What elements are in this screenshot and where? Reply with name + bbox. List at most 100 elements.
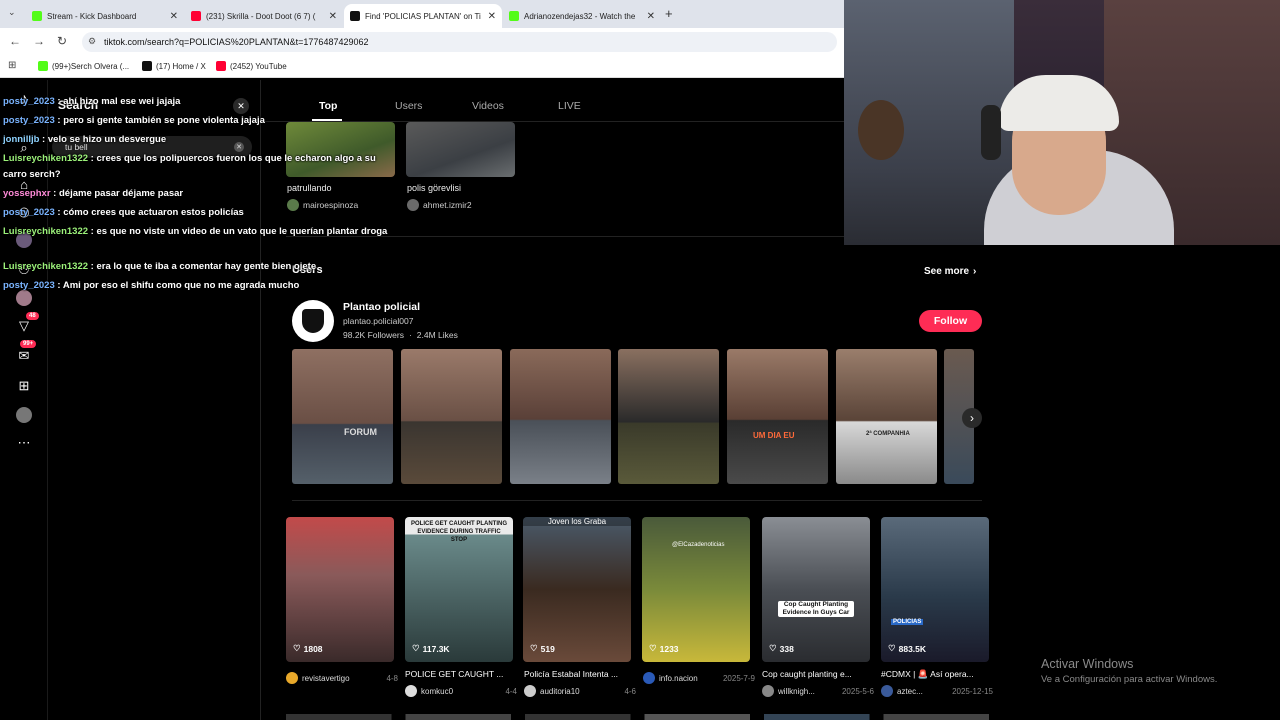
more-icon[interactable]: ⋯ [12,431,36,455]
bookmark-youtube[interactable]: (2452) YouTube [216,61,287,71]
video-caption[interactable]: POLICE GET CAUGHT ... [405,669,517,679]
avatar [286,672,298,684]
author-name: ahmet.izmir2 [423,200,472,210]
apps-grid-icon[interactable]: ⊞ [8,60,16,71]
close-icon[interactable]: ✕ [170,11,178,22]
see-more-link[interactable]: See more › [924,266,976,277]
user-video-thumbnail[interactable] [401,349,502,484]
chat-text: pero si gente también se pone violenta j… [63,115,265,126]
chat-message: yossephxr : déjame pasar déjame pasar [3,188,184,199]
tab-videos[interactable]: Videos [472,100,504,112]
heart-icon: ♡ [769,643,777,653]
thumbnail-overlay-text: POLICE GET CAUGHT PLANTING EVIDENCE DURI… [411,521,507,543]
reload-icon[interactable]: ↻ [57,34,67,48]
user-name[interactable]: Plantao policial [343,301,420,313]
user-video-thumbnail[interactable]: 2ª COMPANHIA [836,349,937,484]
user-video-thumbnail[interactable] [510,349,611,484]
thumbnail-overlay-text: UM DIA EU [753,431,795,440]
follow-button[interactable]: Follow [919,310,982,332]
url-text: tiktok.com/search?q=POLICIAS%20PLANTAN&t… [104,37,369,47]
video-card[interactable]: @ElCazadenoticias ♡ 1233 [642,517,750,662]
user-avatar[interactable] [292,300,334,342]
video-card[interactable]: POLICIAS ♡ 883.5K [881,517,989,662]
browser-tab[interactable]: (231) Skrilla - Doot Doot (6 7) ( ✕ [185,4,343,28]
x-icon [142,61,152,71]
inbox-icon[interactable]: ▽ 48 [12,312,39,338]
video-caption[interactable]: #CDMX | 🚨 Así opera... [881,669,993,680]
video-card[interactable]: Joven los Graba ♡ 519 [523,517,631,662]
chat-message: posty_2023 : pero si gente también se po… [3,115,265,126]
video-author[interactable]: willknigh... 2025-5-6 [762,685,874,697]
video-card[interactable]: ♡ 1808 [286,517,394,662]
user-video-thumbnail[interactable] [618,349,719,484]
video-author[interactable]: auditoria10 4-6 [524,685,636,697]
close-icon[interactable]: ✕ [647,11,655,22]
user-video-thumbnail[interactable]: FORUM [292,349,393,484]
url-bar[interactable]: ⚙ tiktok.com/search?q=POLICIAS%20PLANTAN… [82,32,837,52]
tab-title: Adrianozendejas32 - Watch the [524,11,636,21]
video-caption[interactable]: Cop caught planting e... [762,669,874,679]
browser-tab-bar: ⌄ Stream - Kick Dashboard ✕ (231) Skrill… [0,0,845,28]
tab-users[interactable]: Users [395,100,422,112]
chat-message: posty_2023 : ahí hizo mal ese wei jajaja [3,96,181,107]
browser-tab-active[interactable]: Find 'POLICIAS PLANTAN' on Ti ✕ [344,4,502,28]
chat-message: jonnilljb : velo se hizo un desvergue [3,134,167,145]
avatar [762,685,774,697]
back-icon[interactable]: ← [9,34,21,48]
police-badge-icon [302,309,324,333]
close-icon[interactable]: ✕ [488,11,496,22]
heart-icon: ♡ [888,643,896,653]
messages-badge: 99+ [20,340,37,348]
likes-count: 117.3K [422,643,450,654]
chat-username: posty_2023 [3,96,55,107]
heart-icon: ♡ [293,643,301,653]
carousel-next-button[interactable]: › [962,408,982,428]
upload-icon[interactable]: ⊞ [12,374,36,398]
video-author[interactable]: info.nacion 2025-7-9 [643,672,755,684]
close-icon[interactable]: ✕ [329,11,337,22]
user-video-thumbnail[interactable]: UM DIA EU [727,349,828,484]
tab-title: (231) Skrilla - Doot Doot (6 7) ( [206,11,316,21]
bookmark-x[interactable]: (17) Home / X [142,61,206,71]
video-author[interactable]: aztec... 2025-12-15 [881,685,993,697]
video-caption[interactable]: polis görevlisi [407,183,461,193]
video-date: 4-6 [624,686,636,696]
browser-tab[interactable]: Adrianozendejas32 - Watch the ✕ [503,4,661,28]
youtube-icon [216,61,226,71]
kick-icon [32,11,42,21]
profile-icon[interactable] [12,403,36,427]
video-card[interactable]: POLICE GET CAUGHT PLANTING EVIDENCE DURI… [405,517,513,662]
headphones [981,105,1001,160]
new-tab-button[interactable]: + [665,6,673,21]
video-caption[interactable]: Policía Estabal Intenta ... [524,669,636,679]
tab-search-icon[interactable]: ⌄ [8,7,16,18]
chat-text: es que no viste un video de un vato que … [96,226,388,237]
forward-icon[interactable]: → [33,34,45,48]
video-author[interactable]: revistavertigo 4-8 [286,672,398,684]
browser-tab[interactable]: Stream - Kick Dashboard ✕ [26,4,184,28]
chat-message: Luisreychiken1322 : crees que los polipu… [3,153,376,180]
avatar [643,672,655,684]
chat-text: era lo que te iba a comentar hay gente b… [96,261,317,272]
video-thumbnail[interactable] [406,122,515,177]
see-more-label: See more [924,266,970,277]
author-name: auditoria10 [540,686,580,696]
section-divider [292,500,982,501]
video-date: 2025-7-9 [722,673,755,683]
messages-icon[interactable]: ✉ 99+ [12,340,37,368]
video-author[interactable]: komkuc0 4-4 [405,685,517,697]
tab-live[interactable]: LIVE [558,100,581,112]
thumbnail-overlay-text: Joven los Graba [523,517,631,526]
video-card[interactable]: Cop Caught Planting Evidence In Guys Car… [762,517,870,662]
author-name: revistavertigo [302,673,350,683]
avatar [881,685,893,697]
video-author[interactable]: ahmet.izmir2 [407,199,472,211]
chat-username: yossephxr [3,188,51,199]
chat-message: Luisreychiken1322 : es que no viste un v… [3,226,388,237]
youtube-icon [191,11,201,21]
site-info-icon[interactable]: ⚙ [88,36,96,47]
heart-icon: ♡ [412,643,420,653]
thumbnail-overlay-text: 2ª COMPANHIA [866,431,910,437]
video-date: 4-8 [386,673,398,683]
bookmark-kick[interactable]: (99+)Serch Olvera (... [38,61,129,71]
